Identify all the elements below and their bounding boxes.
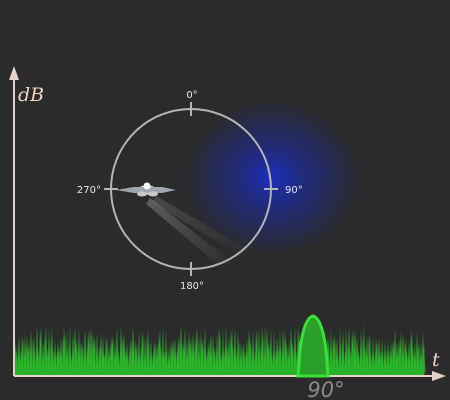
noise-grass-highlight	[15, 323, 426, 375]
bearing-label-north: 0°	[186, 90, 197, 101]
noise-floor	[15, 323, 426, 375]
x-axis-label: t	[432, 349, 440, 371]
bearing-label-south: 180°	[180, 281, 204, 292]
signal-peak	[296, 314, 330, 378]
bearing-label-east: 90°	[285, 185, 303, 196]
bearing-label-west: 270°	[77, 185, 101, 196]
bearing-readout: 90°	[307, 378, 344, 400]
direction-finder-diagram: 0° 180° 270° 90° dB t 90°	[0, 0, 450, 400]
diagram-canvas: 0° 180° 270° 90° dB t 90°	[9, 66, 446, 400]
airplane-icon	[116, 182, 176, 197]
y-axis-label: dB	[18, 84, 44, 106]
